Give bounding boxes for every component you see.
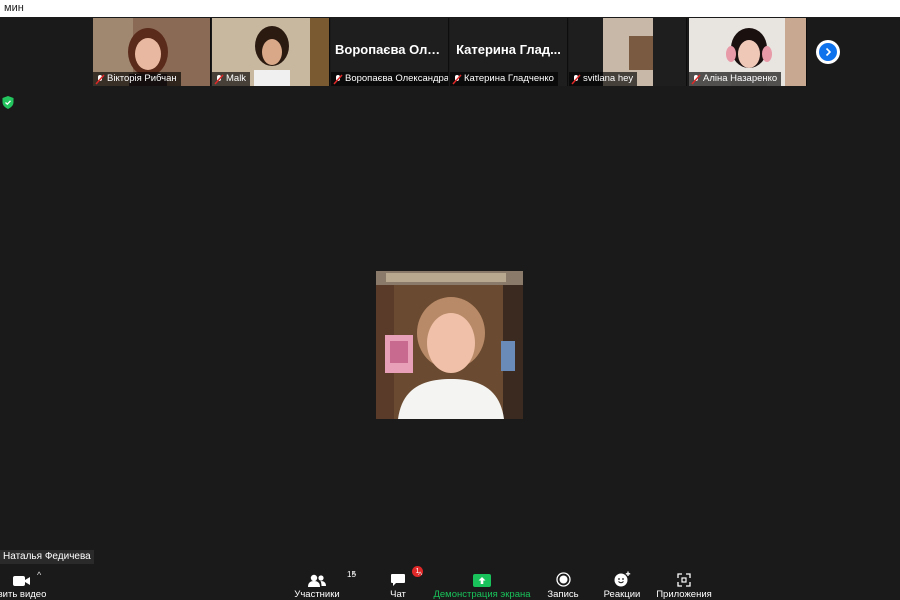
participant-tile[interactable]: svitlana hey — [569, 18, 687, 86]
participant-name: Вікторія Рибчан — [107, 73, 177, 84]
participant-name: svitlana hey — [583, 73, 634, 84]
participant-tile[interactable]: Воропаєва Оле... Воропаєва Олександра — [331, 18, 449, 86]
active-speaker-name-label: Наталья Федичева — [0, 550, 94, 564]
participants-icon — [308, 574, 326, 587]
apps-icon — [677, 573, 691, 587]
participants-button[interactable]: 15 Участники — [287, 565, 356, 600]
chevron-right-icon — [819, 43, 837, 61]
participant-name-tag: Катерина Гладченко — [450, 72, 558, 86]
mic-muted-icon — [691, 74, 701, 84]
chat-button[interactable]: 1 Чат — [378, 565, 423, 600]
participant-name-tag: Воропаєва Олександра — [331, 72, 449, 86]
reactions-smiley-icon — [614, 571, 630, 587]
participants-label: Участники — [294, 589, 340, 600]
window-title: мин — [4, 2, 24, 14]
participant-display-name: Катерина Глад... — [456, 42, 561, 57]
record-label: Запись — [547, 589, 579, 600]
chat-bubble-icon — [391, 574, 405, 586]
participant-display-name: Воропаєва Оле... — [335, 42, 446, 57]
mic-muted-icon — [214, 74, 224, 84]
participant-name-tag: Malk — [212, 72, 251, 86]
reactions-button[interactable]: Реакции — [600, 565, 644, 600]
mic-muted-icon — [452, 74, 462, 84]
record-button[interactable]: Запись — [543, 565, 583, 600]
chat-label: Чат — [390, 589, 406, 600]
participant-name: Воропаєва Олександра — [345, 73, 449, 84]
participant-name: Аліна Назаренко — [703, 73, 778, 84]
video-toggle-button[interactable]: вить видео — [0, 565, 52, 600]
video-options-caret[interactable]: ^ — [37, 570, 41, 580]
video-toggle-label: вить видео — [0, 589, 47, 600]
share-screen-icon — [473, 574, 491, 587]
participant-tile[interactable]: Malk — [212, 18, 330, 86]
record-icon — [555, 572, 571, 587]
share-screen-button[interactable]: Демонстрация экрана — [432, 565, 532, 600]
participant-name-tag: Вікторія Рибчан — [93, 72, 181, 86]
active-speaker-video[interactable] — [376, 271, 523, 419]
participant-name-tag: svitlana hey — [569, 72, 638, 86]
participant-tile[interactable]: Вікторія Рибчан — [93, 18, 211, 86]
apps-label: Приложения — [656, 589, 712, 600]
mic-muted-icon — [95, 74, 105, 84]
participant-name-tag: Аліна Назаренко — [689, 72, 782, 86]
meeting-toolbar: вить видео ^ 15 Участники ^ 1 Чат ^ Демо… — [0, 565, 900, 600]
speaker-video-frame — [376, 271, 523, 419]
chat-options-caret[interactable]: ^ — [418, 570, 422, 580]
video-camera-icon — [13, 576, 30, 586]
reactions-label: Реакции — [603, 589, 641, 600]
next-page-button[interactable] — [816, 40, 840, 64]
share-screen-label: Демонстрация экрана — [433, 589, 531, 600]
window-titlebar: мин — [0, 0, 900, 17]
encryption-shield-icon[interactable] — [2, 96, 14, 109]
apps-button[interactable]: Приложения — [652, 565, 716, 600]
participant-tile[interactable]: Аліна Назаренко — [689, 18, 807, 86]
participants-options-caret[interactable]: ^ — [352, 570, 356, 580]
participant-name: Malk — [226, 73, 247, 84]
participant-name: Катерина Гладченко — [464, 73, 554, 84]
participant-tile[interactable]: Катерина Глад... Катерина Гладченко — [450, 18, 568, 86]
mic-muted-icon — [333, 74, 343, 84]
active-speaker-name: Наталья Федичева — [3, 551, 91, 562]
mic-muted-icon — [571, 74, 581, 84]
